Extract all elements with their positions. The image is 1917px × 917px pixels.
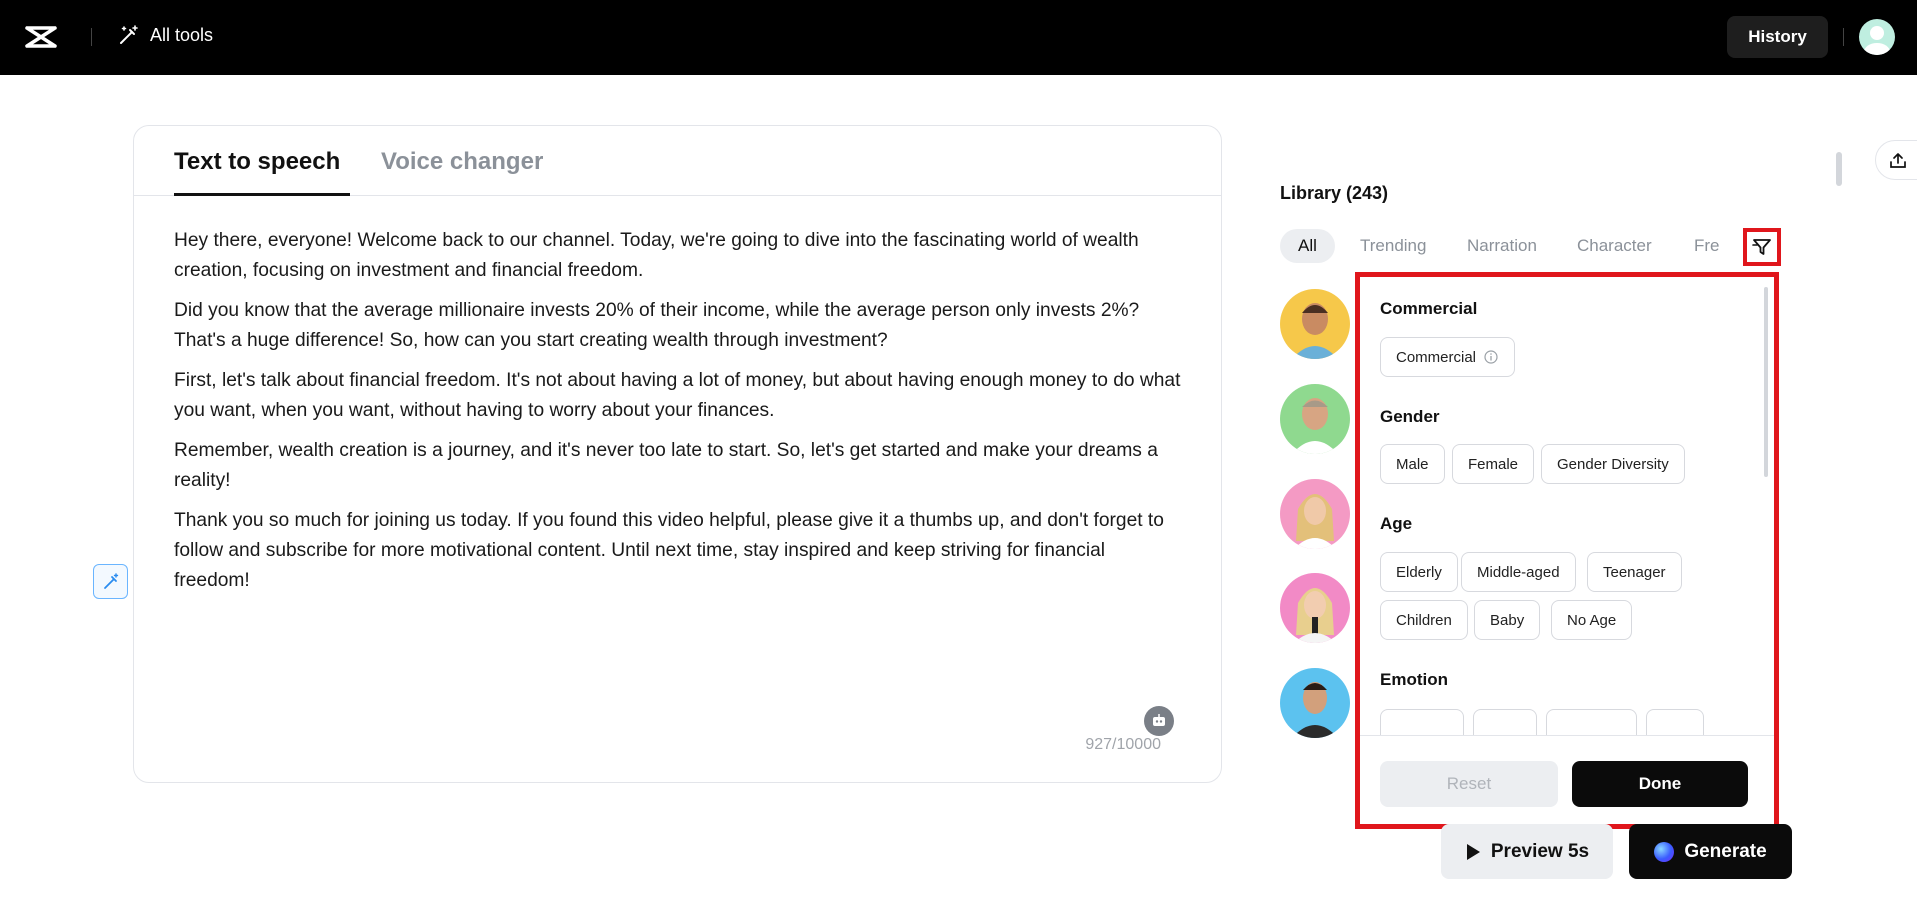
mode-tabs: Text to speech Voice changer (134, 126, 1221, 196)
preview-button[interactable]: Preview 5s (1441, 824, 1613, 879)
chip-children[interactable]: Children (1380, 600, 1468, 640)
info-icon[interactable] (1483, 349, 1499, 365)
filter-footer: Reset Done (1360, 735, 1774, 829)
robot-icon[interactable] (1144, 706, 1174, 736)
reset-button[interactable]: Reset (1380, 761, 1558, 807)
script-textarea[interactable]: Hey there, everyone! Welcome back to our… (174, 226, 1184, 606)
user-avatar[interactable] (1859, 19, 1895, 55)
user-icon (1864, 26, 1890, 55)
voice-avatar[interactable] (1280, 668, 1350, 738)
section-title-commercial: Commercial (1380, 299, 1478, 318)
category-narration[interactable]: Narration (1467, 229, 1537, 263)
divider (91, 28, 92, 46)
generate-button[interactable]: Generate (1629, 824, 1792, 879)
category-tabs: All Trending Narration Character Fre (1280, 229, 1740, 263)
paragraph: Did you know that the average millionair… (174, 300, 1140, 351)
tab-text-to-speech[interactable]: Text to speech (174, 148, 340, 176)
chip-commercial[interactable]: Commercial (1380, 337, 1516, 377)
chip-teenager[interactable]: Teenager (1587, 552, 1682, 592)
chip-emotion[interactable] (1473, 709, 1537, 735)
filter-panel: Commercial Commercial Gender Male Female… (1355, 272, 1779, 829)
person-portrait-icon (1292, 682, 1338, 738)
history-button[interactable]: History (1727, 16, 1828, 58)
preview-label: Preview 5s (1490, 840, 1590, 862)
tab-voice-changer[interactable]: Voice changer (381, 148, 543, 176)
section-title-age: Age (1380, 514, 1413, 533)
category-fre[interactable]: Fre (1694, 229, 1720, 263)
paragraph: Hey there, everyone! Welcome back to our… (174, 230, 1139, 281)
done-button[interactable]: Done (1572, 761, 1748, 807)
section-title-gender: Gender (1380, 407, 1440, 426)
character-counter: 927/10000 (1085, 736, 1161, 753)
upload-button[interactable] (1875, 140, 1917, 180)
category-character[interactable]: Character (1577, 229, 1652, 263)
paragraph: First, let's talk about financial freedo… (174, 370, 1181, 421)
section-title-emotion: Emotion (1380, 670, 1448, 689)
all-tools-button[interactable]: All tools (118, 24, 213, 46)
chip-gender-diversity[interactable]: Gender Diversity (1541, 444, 1685, 484)
upload-icon (1890, 153, 1906, 168)
library-title: Library (243) (1280, 183, 1389, 203)
magic-pen-icon (103, 572, 118, 589)
voice-avatar[interactable] (1280, 289, 1350, 359)
capcut-logo[interactable] (24, 22, 58, 52)
person-portrait-icon (1292, 398, 1338, 454)
chip-elderly[interactable]: Elderly (1380, 552, 1458, 592)
page-scrollbar[interactable] (1836, 152, 1842, 186)
text-editor-card: Text to speech Voice changer Hey there, … (133, 125, 1222, 783)
voice-avatar[interactable] (1280, 479, 1350, 549)
person-portrait-icon (1294, 588, 1336, 643)
person-portrait-icon (1294, 494, 1336, 549)
voice-avatar[interactable] (1280, 384, 1350, 454)
chip-emotion[interactable] (1646, 709, 1704, 735)
active-tab-indicator (174, 193, 350, 196)
filter-options[interactable]: Commercial Commercial Gender Male Female… (1360, 277, 1774, 735)
filter-icon (1752, 239, 1771, 255)
paragraph: Thank you so much for joining us today. … (174, 510, 1164, 591)
generate-label: Generate (1684, 840, 1767, 862)
chip-baby[interactable]: Baby (1474, 600, 1541, 640)
generate-orb-icon (1654, 841, 1675, 862)
ai-writer-button[interactable] (93, 564, 128, 599)
paragraph: Remember, wealth creation is a journey, … (174, 440, 1158, 491)
magic-wand-icon (120, 25, 138, 44)
voice-avatar[interactable] (1280, 573, 1350, 643)
chip-emotion[interactable] (1546, 709, 1637, 735)
scrollbar[interactable] (1764, 287, 1768, 477)
category-all[interactable]: All (1280, 229, 1335, 263)
top-bar: All tools History (0, 0, 1917, 75)
chip-middle-aged[interactable]: Middle-aged (1461, 552, 1576, 592)
filter-button[interactable] (1743, 228, 1781, 266)
person-portrait-icon (1292, 303, 1338, 359)
divider (1843, 28, 1844, 46)
category-trending[interactable]: Trending (1360, 229, 1426, 263)
chip-male[interactable]: Male (1380, 444, 1445, 484)
all-tools-label: All tools (150, 24, 214, 45)
chip-female[interactable]: Female (1452, 444, 1535, 484)
play-icon (1466, 843, 1480, 860)
chip-no-age[interactable]: No Age (1551, 600, 1633, 640)
chip-emotion[interactable] (1380, 709, 1464, 735)
chip-label: Commercial (1396, 348, 1477, 366)
